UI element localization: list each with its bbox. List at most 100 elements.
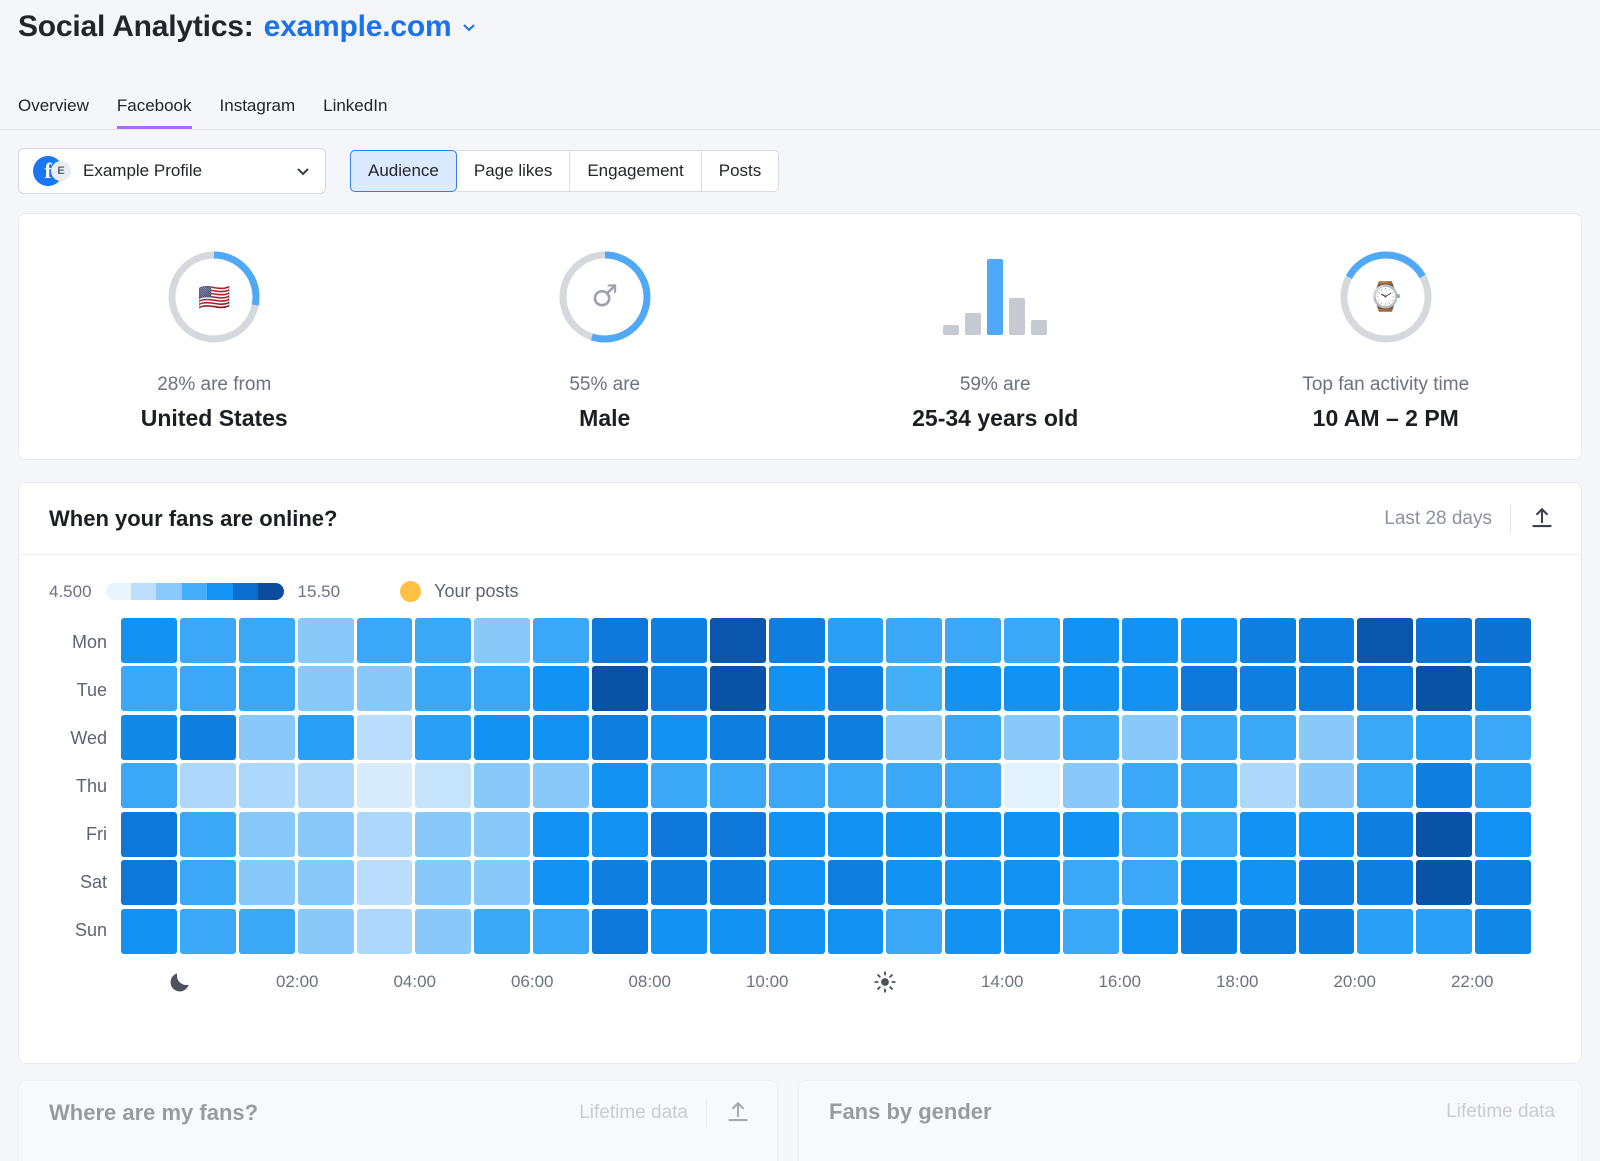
- heatmap-cell[interactable]: [592, 618, 648, 663]
- heatmap-cell[interactable]: [1063, 715, 1119, 760]
- heatmap-cell[interactable]: [1181, 666, 1237, 711]
- segment-posts[interactable]: Posts: [702, 150, 780, 192]
- heatmap-cell[interactable]: [1063, 618, 1119, 663]
- heatmap-cell[interactable]: [886, 715, 942, 760]
- heatmap-cell[interactable]: [651, 909, 707, 954]
- heatmap-cell[interactable]: [769, 666, 825, 711]
- heatmap-cell[interactable]: [357, 666, 413, 711]
- export-upload-icon[interactable]: [725, 1100, 751, 1126]
- heatmap-cell[interactable]: [769, 812, 825, 857]
- heatmap-cell[interactable]: [1004, 812, 1060, 857]
- heatmap-cell[interactable]: [357, 763, 413, 808]
- heatmap-cell[interactable]: [121, 812, 177, 857]
- heatmap-cell[interactable]: [1299, 909, 1355, 954]
- heatmap-cell[interactable]: [945, 812, 1001, 857]
- heatmap-cell[interactable]: [945, 618, 1001, 663]
- heatmap-cell[interactable]: [592, 812, 648, 857]
- heatmap-cell[interactable]: [1299, 812, 1355, 857]
- heatmap-cell[interactable]: [474, 666, 530, 711]
- heatmap-cell[interactable]: [1475, 860, 1531, 905]
- heatmap-cell[interactable]: [121, 618, 177, 663]
- heatmap-cell[interactable]: [533, 860, 589, 905]
- heatmap-cell[interactable]: [180, 715, 236, 760]
- segment-audience[interactable]: Audience: [350, 150, 457, 192]
- heatmap-cell[interactable]: [298, 715, 354, 760]
- heatmap-cell[interactable]: [1122, 618, 1178, 663]
- period-label[interactable]: Last 28 days: [1384, 508, 1492, 530]
- heatmap-cell[interactable]: [415, 715, 471, 760]
- heatmap-cell[interactable]: [357, 715, 413, 760]
- tab-linkedin[interactable]: LinkedIn: [323, 96, 387, 129]
- heatmap-cell[interactable]: [180, 909, 236, 954]
- heatmap-cell[interactable]: [1416, 618, 1472, 663]
- where-are-my-fans-card[interactable]: Where are my fans? Lifetime data: [18, 1080, 778, 1161]
- heatmap-cell[interactable]: [710, 666, 766, 711]
- heatmap-cell[interactable]: [828, 666, 884, 711]
- heatmap-cell[interactable]: [710, 812, 766, 857]
- domain-link[interactable]: example.com: [264, 10, 452, 44]
- heatmap-cell[interactable]: [1122, 666, 1178, 711]
- heatmap-cell[interactable]: [1299, 763, 1355, 808]
- heatmap-cell[interactable]: [1004, 715, 1060, 760]
- heatmap-cell[interactable]: [533, 812, 589, 857]
- heatmap-cell[interactable]: [239, 763, 295, 808]
- heatmap-cell[interactable]: [828, 812, 884, 857]
- heatmap-grid[interactable]: [121, 618, 1581, 954]
- heatmap-cell[interactable]: [121, 909, 177, 954]
- heatmap-cell[interactable]: [1416, 812, 1472, 857]
- heatmap-cell[interactable]: [710, 763, 766, 808]
- heatmap-cell[interactable]: [415, 812, 471, 857]
- heatmap-cell[interactable]: [945, 860, 1001, 905]
- tab-overview[interactable]: Overview: [18, 96, 89, 129]
- heatmap-cell[interactable]: [533, 763, 589, 808]
- heatmap-cell[interactable]: [769, 909, 825, 954]
- heatmap-cell[interactable]: [651, 763, 707, 808]
- heatmap-cell[interactable]: [769, 715, 825, 760]
- heatmap-cell[interactable]: [1004, 763, 1060, 808]
- heatmap-cell[interactable]: [945, 763, 1001, 808]
- heatmap-cell[interactable]: [1181, 618, 1237, 663]
- heatmap-cell[interactable]: [828, 618, 884, 663]
- heatmap-cell[interactable]: [592, 715, 648, 760]
- heatmap-cell[interactable]: [415, 763, 471, 808]
- heatmap-cell[interactable]: [1357, 715, 1413, 760]
- heatmap-cell[interactable]: [886, 666, 942, 711]
- heatmap-cell[interactable]: [239, 860, 295, 905]
- heatmap-cell[interactable]: [651, 715, 707, 760]
- segment-page-likes[interactable]: Page likes: [457, 150, 570, 192]
- heatmap-cell[interactable]: [474, 812, 530, 857]
- heatmap-cell[interactable]: [651, 860, 707, 905]
- heatmap-cell[interactable]: [1240, 715, 1296, 760]
- heatmap-cell[interactable]: [651, 812, 707, 857]
- heatmap-cell[interactable]: [1357, 666, 1413, 711]
- heatmap-cell[interactable]: [1240, 618, 1296, 663]
- heatmap-cell[interactable]: [298, 812, 354, 857]
- heatmap-cell[interactable]: [180, 812, 236, 857]
- tab-facebook[interactable]: Facebook: [117, 96, 192, 129]
- heatmap-cell[interactable]: [357, 909, 413, 954]
- heatmap-cell[interactable]: [1181, 812, 1237, 857]
- heatmap-cell[interactable]: [1475, 666, 1531, 711]
- heatmap-cell[interactable]: [1299, 860, 1355, 905]
- heatmap-cell[interactable]: [1416, 909, 1472, 954]
- heatmap-cell[interactable]: [239, 812, 295, 857]
- heatmap-cell[interactable]: [1357, 763, 1413, 808]
- heatmap-cell[interactable]: [1004, 909, 1060, 954]
- heatmap-cell[interactable]: [710, 715, 766, 760]
- heatmap-cell[interactable]: [239, 618, 295, 663]
- heatmap-cell[interactable]: [1004, 618, 1060, 663]
- heatmap-cell[interactable]: [1063, 666, 1119, 711]
- heatmap-cell[interactable]: [1240, 812, 1296, 857]
- chevron-down-icon[interactable]: [461, 19, 477, 35]
- heatmap-cell[interactable]: [710, 909, 766, 954]
- heatmap-cell[interactable]: [1122, 763, 1178, 808]
- segment-engagement[interactable]: Engagement: [570, 150, 701, 192]
- heatmap-cell[interactable]: [298, 666, 354, 711]
- heatmap-cell[interactable]: [533, 666, 589, 711]
- heatmap-cell[interactable]: [474, 860, 530, 905]
- heatmap-cell[interactable]: [533, 715, 589, 760]
- heatmap-cell[interactable]: [710, 618, 766, 663]
- heatmap-cell[interactable]: [415, 666, 471, 711]
- heatmap-cell[interactable]: [1181, 909, 1237, 954]
- heatmap-cell[interactable]: [1240, 666, 1296, 711]
